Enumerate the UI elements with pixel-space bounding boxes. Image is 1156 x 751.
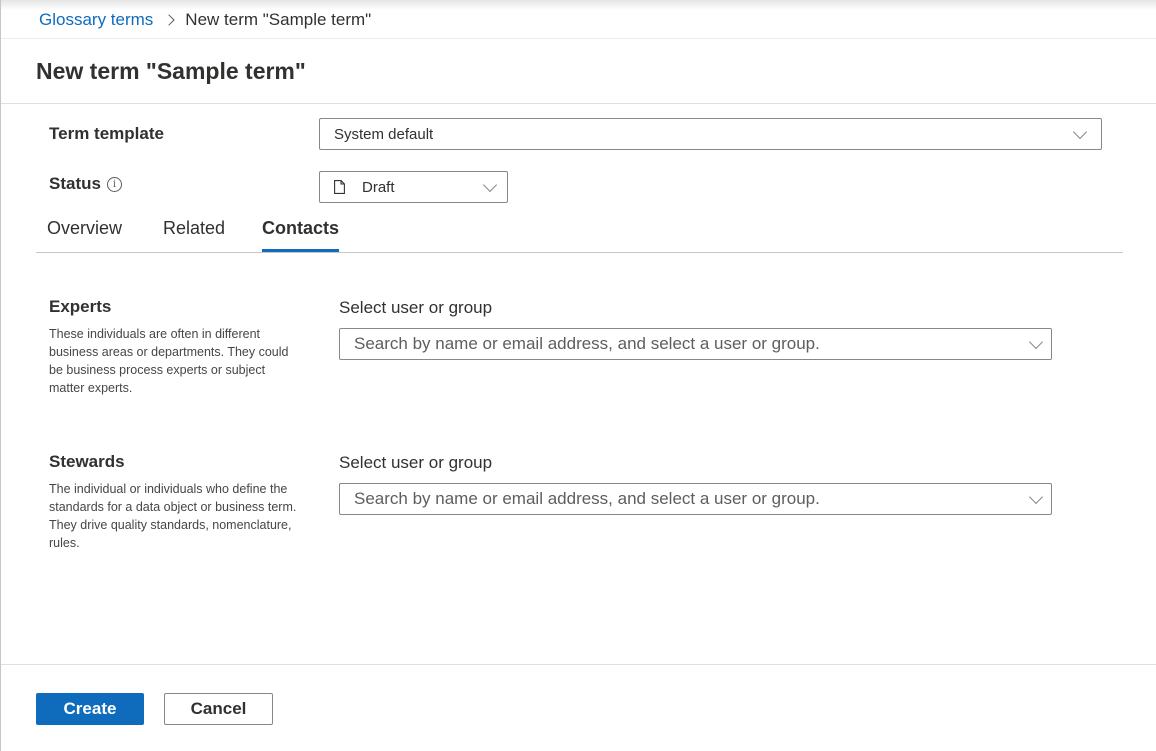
status-label-row: Status i: [49, 174, 122, 194]
experts-search-placeholder: Search by name or email address, and sel…: [354, 334, 820, 353]
info-icon[interactable]: i: [106, 177, 122, 192]
new-term-page: Glossary terms New term "Sample term" Ne…: [0, 0, 1156, 751]
cancel-button[interactable]: Cancel: [164, 693, 273, 725]
status-value: Draft: [362, 178, 395, 196]
status-label: Status: [49, 174, 101, 193]
term-template-dropdown[interactable]: System default: [319, 118, 1102, 150]
breadcrumb-current: New term "Sample term": [185, 10, 372, 29]
chevron-down-icon: [482, 177, 498, 193]
create-button[interactable]: Create: [36, 693, 144, 725]
experts-select-label: Select user or group: [339, 298, 493, 317]
tab-overview-label: Overview: [47, 218, 123, 238]
tab-related-label: Related: [163, 218, 226, 238]
stewards-description: The individual or individuals who define…: [49, 482, 297, 550]
breadcrumb-divider: [1, 38, 1156, 39]
stewards-select-label: Select user or group: [339, 453, 493, 472]
chevron-right-icon: [163, 14, 175, 26]
document-icon: [334, 180, 345, 194]
tab-contacts-label: Contacts: [262, 218, 340, 238]
chevron-down-icon: [1028, 334, 1044, 350]
stewards-search-input[interactable]: Search by name or email address, and sel…: [339, 483, 1052, 515]
tabs-divider: [36, 252, 1123, 253]
tab-contacts[interactable]: Contacts: [262, 214, 340, 252]
stewards-title: Stewards: [49, 452, 125, 471]
term-template-value: System default: [334, 125, 434, 143]
tab-related[interactable]: Related: [163, 214, 225, 252]
experts-title: Experts: [49, 297, 112, 316]
breadcrumb-glossary-terms-link[interactable]: Glossary terms: [39, 10, 153, 30]
stewards-search-placeholder: Search by name or email address, and sel…: [354, 489, 820, 508]
term-template-label: Term template: [49, 124, 164, 143]
page-title: New term "Sample term": [36, 58, 306, 84]
status-dropdown[interactable]: Draft: [319, 171, 508, 203]
chevron-down-icon: [1028, 489, 1044, 505]
breadcrumb: Glossary terms New term "Sample term": [39, 8, 371, 32]
experts-description: These individuals are often in different…: [49, 327, 289, 395]
footer-divider: [1, 664, 1156, 665]
experts-search-input[interactable]: Search by name or email address, and sel…: [339, 328, 1052, 360]
tab-overview[interactable]: Overview: [47, 214, 122, 252]
title-divider: [1, 103, 1156, 104]
chevron-down-icon: [1072, 124, 1088, 140]
